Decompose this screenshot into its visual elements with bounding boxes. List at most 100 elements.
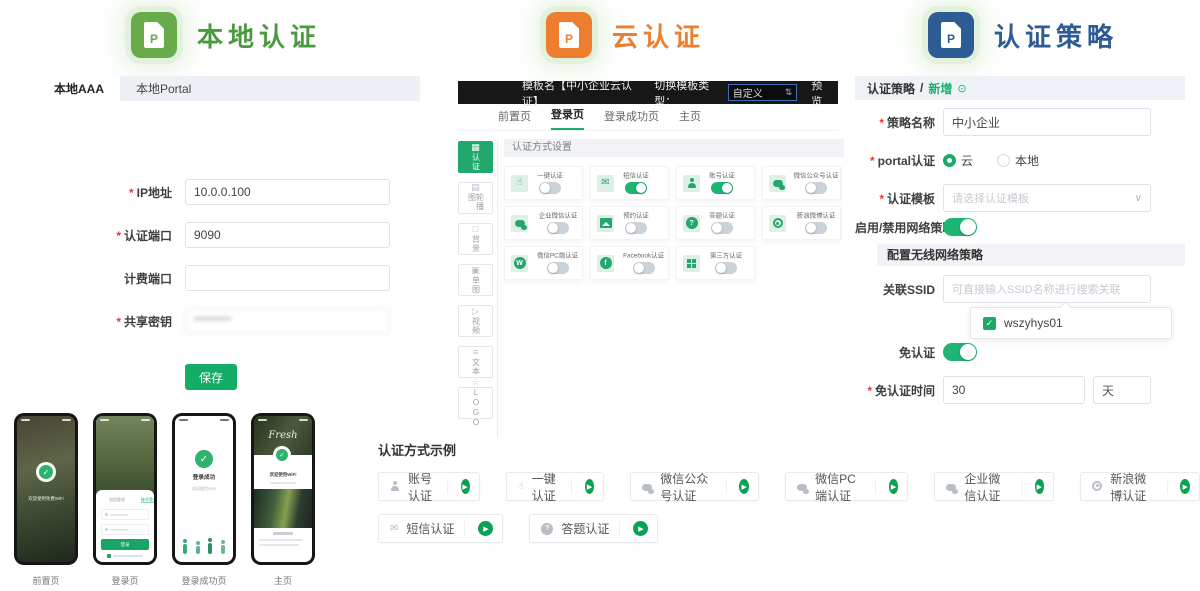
tab-front-page[interactable]: 前置页 bbox=[498, 108, 531, 130]
breadcrumb: 认证策略 / 新增 ⊙ bbox=[855, 76, 1185, 100]
tab-account-login[interactable]: 账号登录 bbox=[141, 497, 154, 503]
example-wechat-mp-auth[interactable]: 微信公众号认证 ▶ bbox=[630, 472, 759, 501]
welcome-card: ✓ 欢迎使用WiFi bbox=[254, 455, 312, 489]
toggle-card-thirdparty: 第三方认证 bbox=[676, 246, 755, 280]
example-account-auth[interactable]: 账号认证 ▶ bbox=[378, 472, 480, 501]
single-image-icon: ▣ bbox=[471, 266, 480, 275]
template-type-select[interactable]: 自定义 ⇅ bbox=[728, 84, 798, 101]
sidebar-item-video[interactable]: ▷ 视频 bbox=[458, 305, 493, 337]
example-wechat-pc-auth[interactable]: 微信PC端认证 ▶ bbox=[785, 472, 908, 501]
local-auth-form: *IP地址 *认证端口 计费端口 *共享密钥 保存 bbox=[38, 101, 420, 390]
form-row-auth-template: *认证模板 请选择认证模板 ∨ bbox=[855, 184, 1187, 212]
wifi-logo-icon: ✓ bbox=[36, 462, 56, 482]
play-icon[interactable]: ▶ bbox=[461, 479, 470, 494]
sidebar-item-text[interactable]: ≡ 文本 bbox=[458, 346, 493, 378]
ip-address-input[interactable] bbox=[185, 179, 390, 205]
store-info bbox=[254, 528, 312, 552]
sidebar-item-carousel[interactable]: ▤ 轮播图 bbox=[458, 182, 493, 214]
preview-button[interactable]: 预览 bbox=[811, 77, 830, 109]
checkbox-icon[interactable] bbox=[107, 554, 111, 558]
toggle-switch[interactable] bbox=[625, 222, 647, 234]
enable-policy-toggle[interactable] bbox=[943, 218, 977, 236]
radio-icon bbox=[997, 154, 1010, 167]
wecom-icon bbox=[946, 484, 956, 491]
form-row-enable-policy: 启用/禁用网络策略 bbox=[855, 218, 1187, 236]
template-name: 模板名【中小企业云认证】 bbox=[522, 77, 634, 109]
login-card: 短信登录 账号登录 登录 bbox=[96, 490, 154, 562]
play-icon[interactable]: ▶ bbox=[1035, 479, 1045, 494]
editor-sidebar: ▦ 认证 ▤ 轮播图 □ 背景 ▣ 单图 ▷ 视频 ≡ 文本 bbox=[458, 139, 498, 438]
toggle-switch[interactable] bbox=[711, 222, 733, 234]
toggle-card-quiz: ? 答题认证 bbox=[676, 206, 755, 240]
example-sms-auth[interactable]: ✉ 短信认证 ▶ bbox=[378, 514, 503, 543]
hand-icon: ☝ bbox=[518, 482, 524, 492]
toggle-switch[interactable] bbox=[711, 182, 733, 194]
shared-key-input[interactable] bbox=[185, 308, 390, 334]
toggle-switch[interactable] bbox=[633, 262, 655, 274]
switch-type-label: 切换模板类型： bbox=[654, 77, 719, 109]
example-weibo-auth[interactable]: 新浪微博认证 ▶ bbox=[1080, 472, 1200, 501]
free-time-input[interactable] bbox=[943, 376, 1085, 404]
login-button[interactable]: 登录 bbox=[101, 539, 149, 550]
toggle-switch[interactable] bbox=[805, 182, 827, 194]
play-icon[interactable]: ▶ bbox=[478, 521, 493, 536]
sidebar-item-auth[interactable]: ▦ 认证 bbox=[458, 141, 493, 173]
auth-port-input[interactable] bbox=[185, 222, 390, 248]
toggle-card-weibo: 新浪微博认证 bbox=[762, 206, 841, 240]
sms-icon: ✉ bbox=[390, 524, 398, 534]
tab-login-page[interactable]: 登录页 bbox=[551, 106, 584, 130]
section-title-cloud: 云认证 bbox=[612, 17, 705, 54]
play-icon[interactable]: ▶ bbox=[739, 479, 749, 494]
ssid-search-input[interactable] bbox=[943, 275, 1151, 303]
play-icon[interactable]: ▶ bbox=[1180, 479, 1190, 494]
checkbox-checked-icon[interactable]: ✓ bbox=[983, 317, 996, 330]
free-auth-toggle[interactable] bbox=[943, 343, 977, 361]
form-row-policy-name: *策略名称 bbox=[855, 108, 1187, 136]
toggle-switch[interactable] bbox=[715, 262, 737, 274]
examples-row-2: ✉ 短信认证 ▶ ? 答题认证 ▶ bbox=[378, 514, 1200, 543]
example-quiz-auth[interactable]: ? 答题认证 ▶ bbox=[529, 514, 658, 543]
breadcrumb-new[interactable]: 新增 bbox=[928, 80, 952, 97]
toggle-switch[interactable] bbox=[805, 222, 827, 234]
cloud-auth-panel: 模板名【中小企业云认证】 切换模板类型： 自定义 ⇅ 预览 前置页 登录页 登录… bbox=[458, 81, 838, 438]
tab-home-page[interactable]: 主页 bbox=[679, 108, 701, 130]
tab-local-portal[interactable]: 本地Portal bbox=[120, 76, 207, 101]
sidebar-item-single-image[interactable]: ▣ 单图 bbox=[458, 264, 493, 296]
radio-cloud[interactable]: 云 bbox=[943, 152, 973, 169]
local-auth-header: P 本地认证 bbox=[131, 12, 321, 58]
select-caret-icon: ⇅ bbox=[785, 87, 793, 98]
toggle-switch[interactable] bbox=[547, 262, 569, 274]
play-icon[interactable]: ▶ bbox=[633, 521, 648, 536]
radio-icon bbox=[943, 154, 956, 167]
phone-preview-strip: ✓ 欢迎使用免费WiFi 前置页 短信登录 账号登录 登录 登录页 bbox=[14, 413, 315, 587]
auth-template-select[interactable]: 请选择认证模板 ∨ bbox=[943, 184, 1151, 212]
sidebar-item-logo[interactable]: ☆ LOGO bbox=[458, 387, 493, 419]
tab-local-aaa[interactable]: 本地AAA bbox=[38, 76, 120, 101]
toggle-switch[interactable] bbox=[547, 222, 569, 234]
tab-sms-login[interactable]: 短信登录 bbox=[109, 497, 125, 503]
facebook-icon: f bbox=[600, 257, 612, 269]
billing-port-input[interactable] bbox=[185, 265, 390, 291]
auth-settings-title: 认证方式设置 bbox=[504, 139, 844, 157]
account-input[interactable] bbox=[101, 509, 149, 520]
form-row-portal-auth: *portal认证 云 本地 bbox=[855, 152, 1187, 169]
sidebar-item-background[interactable]: □ 背景 bbox=[458, 223, 493, 255]
example-onekey-auth[interactable]: ☝ 一键认证 ▶ bbox=[506, 472, 605, 501]
sms-icon: ✉ bbox=[601, 178, 609, 188]
form-row-free-time: *免认证时间 天 bbox=[855, 376, 1187, 404]
toggle-switch[interactable] bbox=[625, 182, 647, 194]
ssid-dropdown: ✓ wszyhys01 bbox=[970, 307, 1172, 339]
play-icon[interactable]: ▶ bbox=[585, 479, 594, 494]
radio-local[interactable]: 本地 bbox=[997, 152, 1039, 169]
ssid-option[interactable]: wszyhys01 bbox=[1004, 316, 1063, 330]
template-toolbar: 模板名【中小企业云认证】 切换模板类型： 自定义 ⇅ 预览 bbox=[458, 81, 838, 104]
example-wecom-auth[interactable]: 企业微信认证 ▶ bbox=[934, 472, 1054, 501]
star-icon: ☆ bbox=[471, 378, 479, 387]
toggle-switch[interactable] bbox=[539, 182, 561, 194]
password-input[interactable] bbox=[101, 524, 149, 535]
play-icon[interactable]: ▶ bbox=[889, 479, 899, 494]
question-icon: ? bbox=[541, 523, 553, 535]
policy-name-input[interactable] bbox=[943, 108, 1151, 136]
save-button[interactable]: 保存 bbox=[185, 364, 237, 390]
tab-login-success-page[interactable]: 登录成功页 bbox=[604, 108, 659, 130]
